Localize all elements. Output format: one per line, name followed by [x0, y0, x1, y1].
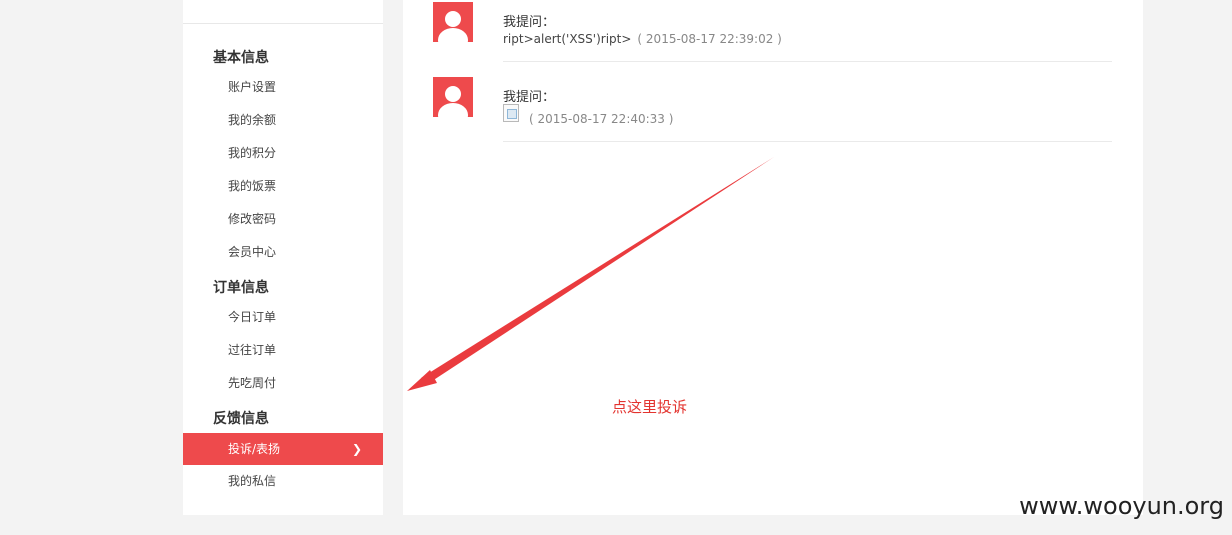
watermark: www.wooyun.org: [1019, 492, 1224, 520]
annotation-text: 点这里投诉: [612, 398, 688, 416]
annotation-arrow-icon: [407, 157, 774, 391]
